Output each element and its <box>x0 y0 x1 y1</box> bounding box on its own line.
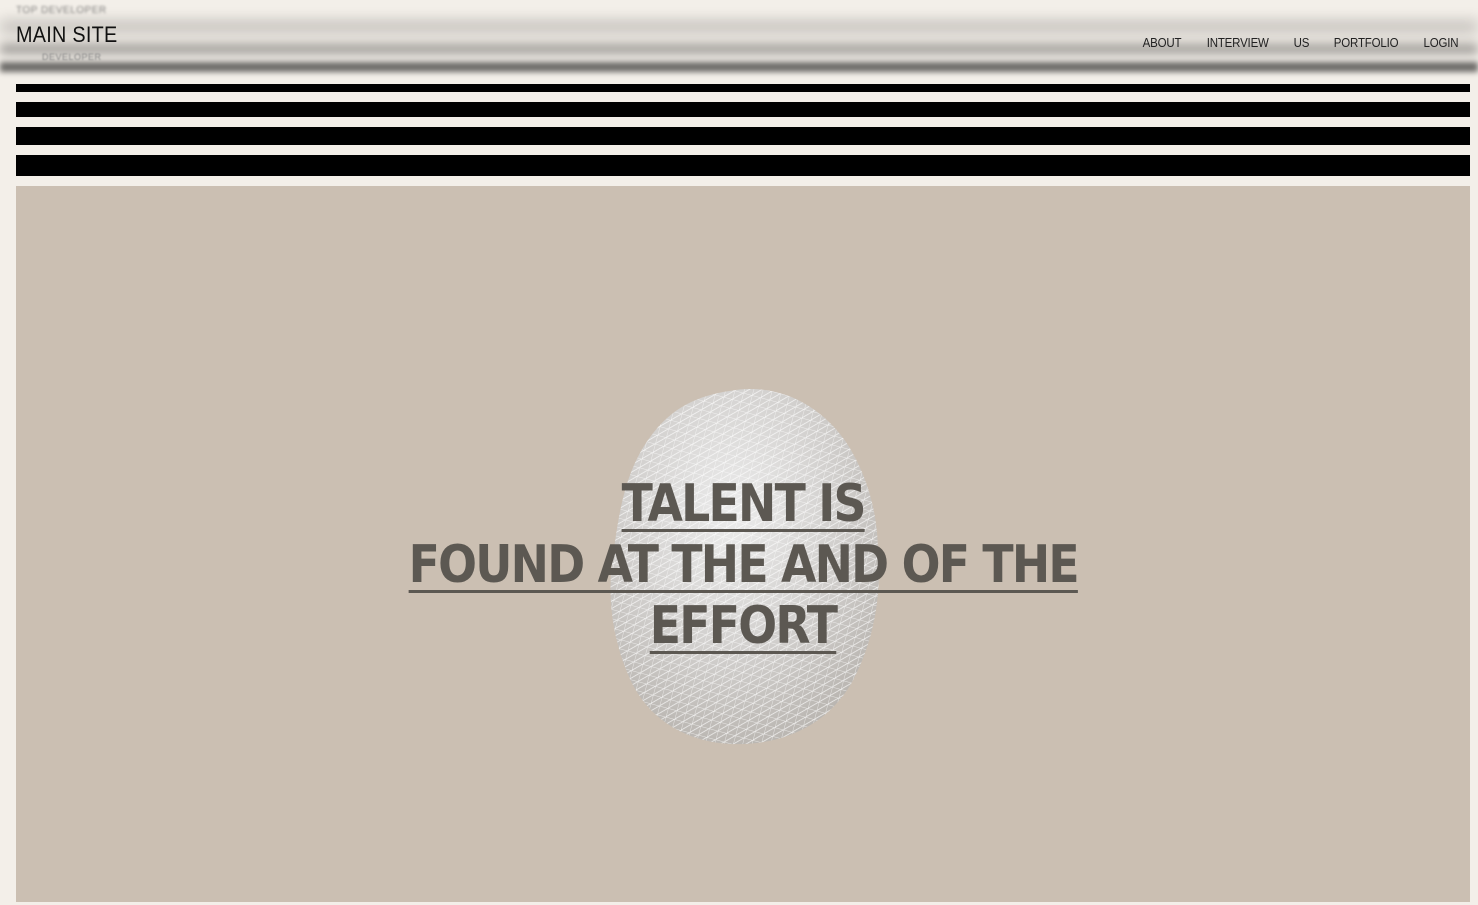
nav-link-us[interactable]: US <box>1294 36 1310 50</box>
main-nav: ABOUT INTERVIEW US PORTFOLIO LOGIN <box>1120 36 1460 50</box>
nav-link-portfolio[interactable]: PORTFOLIO <box>1334 36 1399 50</box>
decorative-stripe <box>16 155 1470 176</box>
headline-line-1: TALENT IS <box>621 474 866 534</box>
decorative-stripe <box>16 84 1470 92</box>
top-tagline: TOP DEVELOPER <box>16 5 107 16</box>
headline-line-3: EFFORT <box>649 596 838 656</box>
site-header: TOP DEVELOPER MAIN SITE DEVELOPER ABOUT … <box>0 0 1478 80</box>
page: TOP DEVELOPER MAIN SITE DEVELOPER ABOUT … <box>0 0 1478 905</box>
nav-link-interview[interactable]: INTERVIEW <box>1207 36 1269 50</box>
headline-line-2: FOUND AT THE AND OF THE <box>408 535 1079 595</box>
decorative-stripe <box>16 102 1470 117</box>
hero-headline-link[interactable]: TALENT IS FOUND AT THE AND OF THE EFFORT <box>16 474 1470 657</box>
logo-subtitle: DEVELOPER <box>42 52 102 62</box>
site-logo[interactable]: MAIN SITE <box>16 22 117 48</box>
nav-link-about[interactable]: ABOUT <box>1143 36 1182 50</box>
decorative-stripe <box>16 127 1470 145</box>
nav-link-login[interactable]: LOGIN <box>1424 36 1459 50</box>
hero-section: TALENT IS FOUND AT THE AND OF THE EFFORT <box>16 186 1470 902</box>
